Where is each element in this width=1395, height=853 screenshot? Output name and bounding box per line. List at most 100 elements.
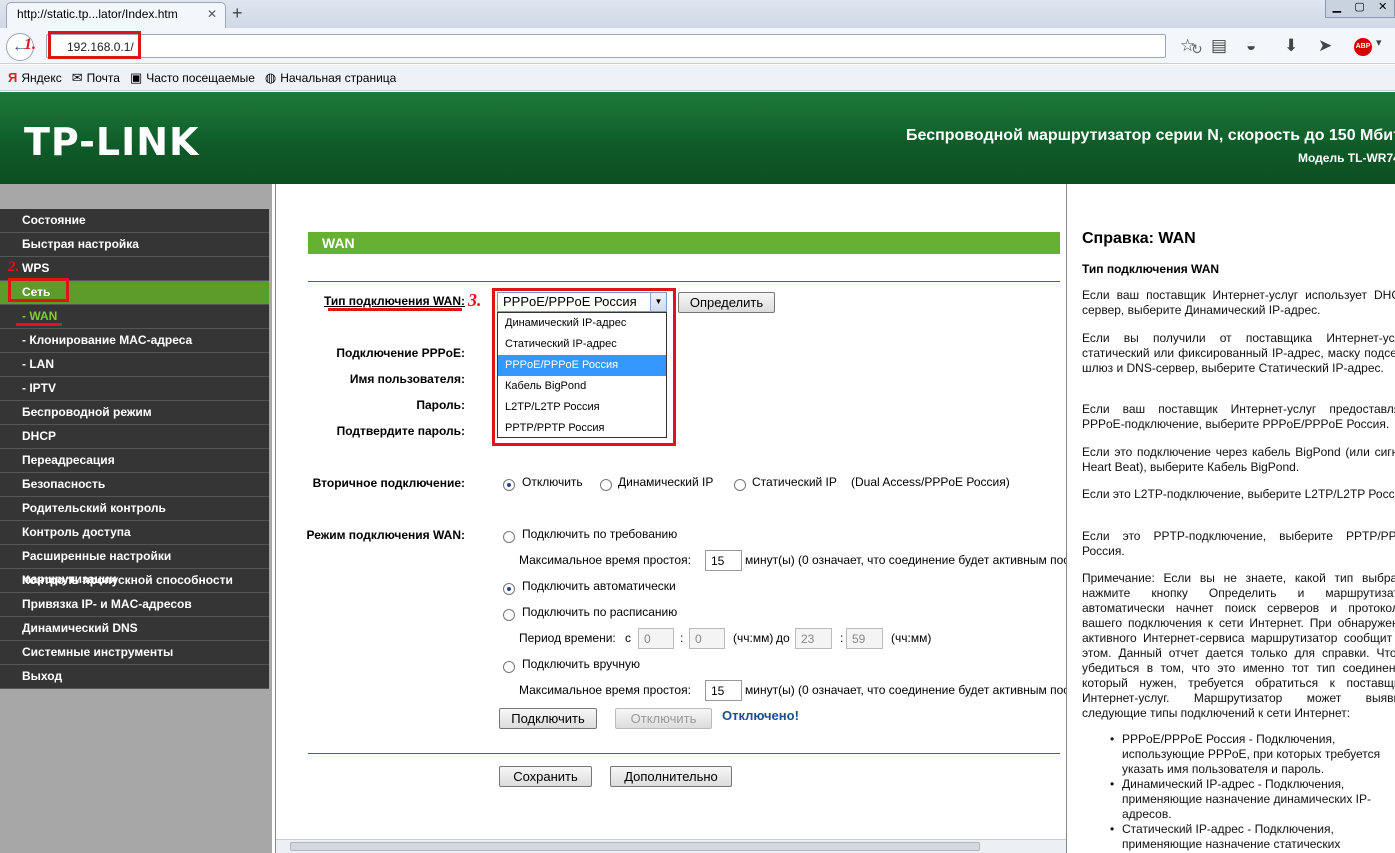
sidebar-item-advanced-routing[interactable]: Расширенные настройки маршрутизации [0,545,269,586]
help-paragraph: Если это L2TP-подключение, выберите L2TP… [1082,487,1395,501]
close-window-icon[interactable]: ✕ [1378,0,1387,17]
auto-connect-radio[interactable] [503,583,515,595]
chevron-down-icon[interactable]: ▾ [1376,36,1382,49]
dropdown-annotation-box [492,288,676,446]
help-list-item: PPPoE/PPPoE Россия - Подключения, исполь… [1110,732,1395,777]
new-tab-icon[interactable]: + [232,3,243,24]
max-idle-input[interactable]: 15 [705,550,742,571]
browser-nav-bar: ← 192.168.0.1/ ↻ ☆ ▤ ◒ ⬇ ➤ ▾ [0,28,1395,64]
sidebar-item-bandwidth-control[interactable]: Контроль пропускной способности [0,569,269,593]
end-hour-input[interactable]: 23 [795,628,832,649]
secondary-dynamic-label: Динамический IP [618,475,714,489]
password-label: Пароль: [416,398,465,412]
url-bar[interactable]: 192.168.0.1/ ↻ [46,34,1203,58]
sidebar-item-quick-setup[interactable]: Быстрая настройка [0,233,269,257]
detect-button[interactable]: Определить [678,292,775,313]
idle-note-2: минут(ы) (0 означает, что соединение буд… [745,683,1112,697]
sidebar-item-mac-clone[interactable]: - Клонирование MAC-адреса [0,329,269,353]
help-title: Справка: WAN [1082,230,1196,247]
pocket-icon[interactable]: ◒ [1246,36,1256,56]
header-tagline: Беспроводной маршрутизатор серии N, скор… [906,127,1395,144]
conn-type-label: Тип подключения WAN: [323,294,465,308]
sidebar-item-logout[interactable]: Выход [0,665,269,689]
download-icon[interactable]: ⬇ [1284,36,1298,56]
help-paragraph: Если ваш поставщик Интернет-услуг исполь… [1082,288,1395,317]
period-from: с [625,631,631,645]
max-idle-input-2[interactable]: 15 [705,680,742,701]
help-note: Примечание: Если вы не знаете, какой тип… [1082,571,1395,720]
annotation-3: 3. [468,290,482,310]
sidebar-item-ddns[interactable]: Динамический DNS [0,617,269,641]
auto-connect-label: Подключить автоматически [522,579,676,593]
sidebar-item-lan[interactable]: - LAN [0,353,269,377]
sidebar-item-parental-control[interactable]: Родительский контроль [0,497,269,521]
help-paragraph: Если это PPTP-подключение, выберите PPTP… [1082,529,1395,558]
sidebar-item-iptv[interactable]: - IPTV [0,377,269,401]
sidebar: Состояние Быстрая настройка WPS Сеть - W… [0,184,272,853]
secondary-disable-label: Отключить [522,475,583,489]
disconnect-button[interactable]: Отключить [615,708,712,729]
schedule-radio[interactable] [503,609,515,621]
scrollbar-thumb[interactable] [290,842,980,851]
mail-icon: ✉ [71,69,83,85]
sidebar-item-wireless[interactable]: Беспроводной режим [0,401,269,425]
save-button[interactable]: Сохранить [499,766,592,787]
end-minute-input[interactable]: 59 [846,628,883,649]
annotation-1: 1. [24,36,36,53]
advanced-button[interactable]: Дополнительно [610,766,732,787]
bookmark-mail[interactable]: ✉ Почта [72,70,120,86]
secondary-static-label: Статический IP [752,475,837,489]
bookmark-star-icon[interactable]: ☆ [1180,36,1195,56]
sidebar-item-status[interactable]: Состояние [0,209,269,233]
period-label: Период времени: [519,631,616,645]
secondary-static-radio[interactable] [734,479,746,491]
max-idle-label: Максимальное время простоя: [519,553,691,567]
period-to: до [776,631,790,645]
send-icon[interactable]: ➤ [1318,36,1332,56]
help-paragraph: Если вы получили от поставщика Интернет-… [1082,331,1395,375]
start-hour-input[interactable]: 0 [638,628,674,649]
divider [308,281,1060,282]
sidebar-item-system-tools[interactable]: Системные инструменты [0,641,269,665]
sidebar-item-forwarding[interactable]: Переадресация [0,449,269,473]
close-tab-icon[interactable]: ✕ [207,7,217,21]
on-demand-radio[interactable] [503,531,515,543]
max-idle-label-2: Максимальное время простоя: [519,683,691,697]
maximize-icon[interactable]: ▢ [1354,0,1364,17]
bookmarks-bar: Я Яндекс ✉ Почта ▣ Часто посещаемые ◍ Началь… [0,65,1395,91]
help-list-item: Динамический IP-адрес - Подключения, при… [1110,777,1395,822]
page-title: WAN [308,232,1060,254]
tp-link-logo: TP-LINK [24,120,200,164]
wan-annotation-underline [16,323,62,326]
secondary-dynamic-radio[interactable] [600,479,612,491]
bookmark-home[interactable]: ◍ Начальная страница [265,70,396,86]
sidebar-item-ip-mac-binding[interactable]: Привязка IP- и MAC-адресов [0,593,269,617]
model-name: Модель TL-WR740N [1298,151,1395,165]
manual-radio[interactable] [503,661,515,673]
sidebar-item-dhcp[interactable]: DHCP [0,425,269,449]
sidebar-item-access-control[interactable]: Контроль доступа [0,521,269,545]
sidebar-item-security[interactable]: Безопасность [0,473,269,497]
divider-2 [308,753,1060,754]
wan-mode-label: Режим подключения WAN: [306,528,465,542]
confirm-password-label: Подтвердите пароль: [336,424,465,438]
hhmm-label: (чч:мм) [733,631,774,645]
annotation-2: 2. [8,259,20,275]
help-panel: Справка: WAN Тип подключения WAN Если ва… [1066,184,1395,853]
schedule-label: Подключить по расписанию [522,605,678,619]
start-minute-input[interactable]: 0 [689,628,725,649]
secondary-conn-label: Вторичное подключение: [312,476,465,490]
adblock-icon[interactable]: ABP [1354,38,1372,56]
bookmark-frequent[interactable]: ▣ Часто посещаемые [130,70,255,86]
horizontal-scrollbar[interactable] [276,839,1066,853]
reading-list-icon[interactable]: ▤ [1211,36,1227,56]
bookmark-yandex[interactable]: Я Яндекс [8,70,62,85]
connect-button[interactable]: Подключить [499,708,597,729]
help-paragraph: Если ваш поставщик Интернет-услуг предос… [1082,402,1395,431]
tab-title: http://static.tp...lator/Index.htm [17,7,178,21]
status-text: Отключено! [722,708,799,723]
minimize-icon[interactable]: ▁ [1333,0,1341,17]
browser-tab[interactable]: http://static.tp...lator/Index.htm ✕ [6,2,226,28]
on-demand-label: Подключить по требованию [522,527,678,541]
secondary-disable-radio[interactable] [503,479,515,491]
